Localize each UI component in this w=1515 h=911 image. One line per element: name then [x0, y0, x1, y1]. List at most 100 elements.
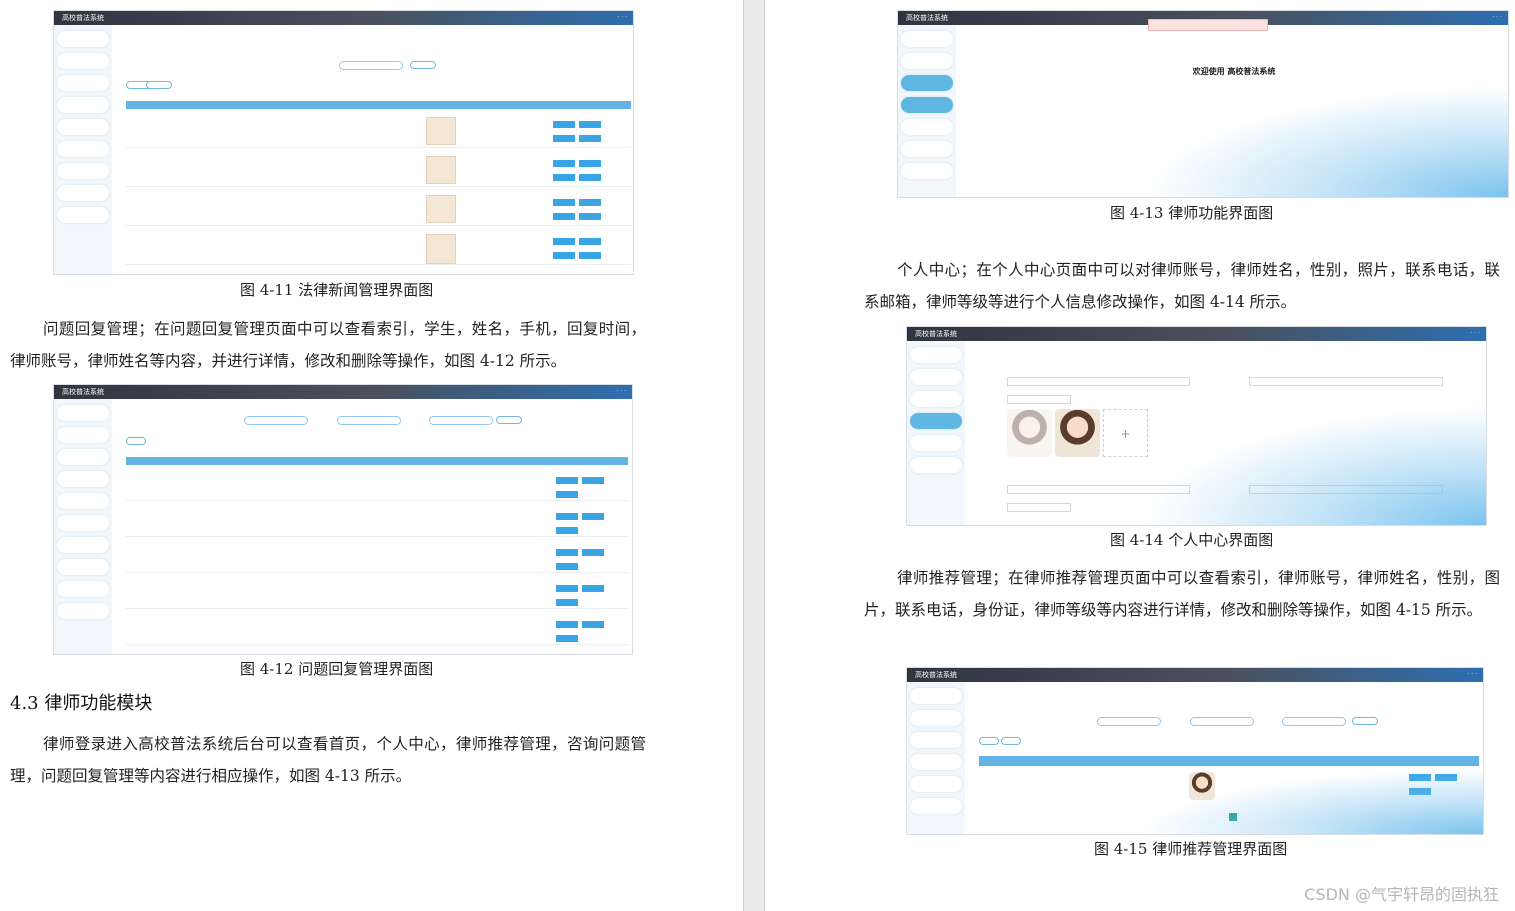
sidebar-item[interactable] — [901, 141, 953, 157]
delete-row-button[interactable] — [579, 135, 601, 142]
edit-button[interactable] — [579, 238, 601, 245]
edit-button[interactable] — [582, 549, 604, 556]
sidebar-item[interactable] — [901, 75, 953, 91]
sidebar-item[interactable] — [910, 457, 962, 473]
sidebar-item[interactable] — [57, 163, 109, 179]
lawyer-account-filter-input[interactable] — [337, 416, 401, 425]
detail-button[interactable] — [556, 477, 578, 484]
edit-button[interactable] — [582, 585, 604, 592]
delete-row-button[interactable] — [579, 213, 601, 220]
add-button[interactable] — [979, 737, 999, 745]
delete-row-button[interactable] — [556, 563, 578, 570]
detail-button[interactable] — [556, 621, 578, 628]
delete-row-button[interactable] — [579, 252, 601, 259]
sidebar-item[interactable] — [57, 493, 109, 509]
sidebar-item[interactable] — [910, 369, 962, 385]
top-links: · · · — [617, 14, 627, 21]
lawyer-name-filter-input[interactable] — [429, 416, 493, 425]
comment-button[interactable] — [553, 252, 575, 259]
detail-button[interactable] — [553, 238, 575, 245]
detail-button[interactable] — [553, 199, 575, 206]
edit-button[interactable] — [579, 121, 601, 128]
sidebar-item[interactable] — [910, 347, 962, 363]
detail-button[interactable] — [556, 513, 578, 520]
search-button[interactable] — [410, 61, 436, 69]
delete-row-button[interactable] — [579, 174, 601, 181]
sidebar-item[interactable] — [57, 185, 109, 201]
sidebar-item[interactable] — [910, 732, 962, 748]
sidebar-item[interactable] — [910, 754, 962, 770]
edit-button[interactable] — [582, 477, 604, 484]
sidebar-item[interactable] — [57, 559, 109, 575]
avatar — [1055, 409, 1100, 457]
edit-button[interactable] — [579, 160, 601, 167]
sidebar-item[interactable] — [910, 776, 962, 792]
top-links: · · · — [1467, 671, 1477, 678]
lawyer-account-field[interactable] — [1007, 377, 1190, 386]
sidebar-item[interactable] — [901, 31, 953, 47]
student-filter-input[interactable] — [244, 416, 308, 425]
sidebar-item[interactable] — [57, 581, 109, 597]
notice-toast — [1148, 19, 1268, 31]
detail-button[interactable] — [553, 121, 575, 128]
figure-caption: 图 4-11 法律新闻管理界面图 — [240, 281, 434, 299]
sidebar-item[interactable] — [901, 53, 953, 69]
sidebar — [907, 341, 965, 525]
sidebar-item[interactable] — [57, 53, 109, 69]
lawyer-account-filter-input[interactable] — [1097, 717, 1161, 726]
sidebar-item[interactable] — [910, 413, 962, 429]
lawyer-name-filter-input[interactable] — [1190, 717, 1254, 726]
sidebar — [898, 25, 956, 197]
sidebar-item[interactable] — [910, 688, 962, 704]
sidebar-item[interactable] — [910, 710, 962, 726]
reply-table — [126, 457, 628, 654]
search-button[interactable] — [496, 416, 522, 424]
delete-row-button[interactable] — [556, 527, 578, 534]
delete-row-button[interactable] — [556, 491, 578, 498]
search-button[interactable] — [1352, 717, 1378, 725]
sidebar-item[interactable] — [57, 31, 109, 47]
sidebar — [907, 682, 965, 834]
sidebar-item[interactable] — [901, 119, 953, 135]
sidebar-item[interactable] — [57, 405, 109, 421]
delete-button[interactable] — [1001, 737, 1021, 745]
comment-button[interactable] — [553, 135, 575, 142]
delete-row-button[interactable] — [556, 599, 578, 606]
app-title: 高校普法系统 — [62, 388, 104, 396]
detail-button[interactable] — [556, 549, 578, 556]
sidebar-item[interactable] — [57, 119, 109, 135]
sidebar-item[interactable] — [901, 97, 953, 113]
sidebar-item[interactable] — [910, 435, 962, 451]
sidebar-item[interactable] — [901, 163, 953, 179]
comment-button[interactable] — [553, 213, 575, 220]
delete-button[interactable] — [126, 437, 146, 445]
sidebar-item[interactable] — [57, 75, 109, 91]
delete-row-button[interactable] — [556, 635, 578, 642]
sidebar-item[interactable] — [57, 207, 109, 223]
gender-select[interactable] — [1007, 395, 1071, 404]
sidebar-item[interactable] — [57, 471, 109, 487]
news-thumbnail — [426, 156, 456, 184]
search-input[interactable] — [339, 61, 403, 70]
edit-button[interactable] — [579, 199, 601, 206]
sidebar-item[interactable] — [57, 603, 109, 619]
sidebar-item[interactable] — [57, 515, 109, 531]
lawyer-name-field[interactable] — [1249, 377, 1443, 386]
comment-button[interactable] — [553, 174, 575, 181]
delete-button[interactable] — [146, 81, 172, 89]
edit-button[interactable] — [582, 513, 604, 520]
avatar-placeholder — [1007, 409, 1052, 457]
figure-caption: 图 4-12 问题回复管理界面图 — [240, 660, 434, 678]
detail-button[interactable] — [553, 160, 575, 167]
sidebar-item[interactable] — [57, 141, 109, 157]
sidebar-item[interactable] — [57, 427, 109, 443]
sidebar-item[interactable] — [57, 537, 109, 553]
level-select[interactable] — [1007, 503, 1071, 512]
edit-button[interactable] — [582, 621, 604, 628]
sidebar-item[interactable] — [57, 97, 109, 113]
lawyer-level-filter-input[interactable] — [1282, 717, 1346, 726]
detail-button[interactable] — [556, 585, 578, 592]
sidebar-item[interactable] — [57, 449, 109, 465]
sidebar-item[interactable] — [910, 391, 962, 407]
sidebar-item[interactable] — [910, 798, 962, 814]
